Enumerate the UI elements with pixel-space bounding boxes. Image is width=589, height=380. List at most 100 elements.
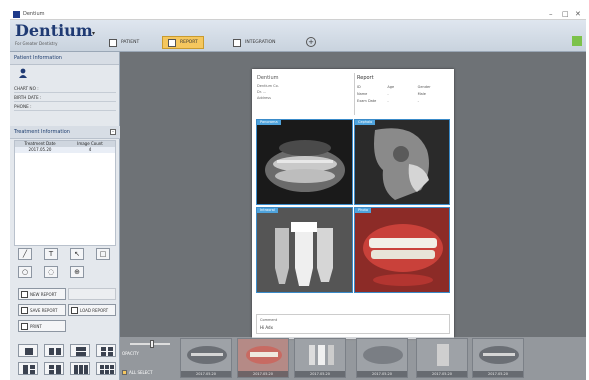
text-tool-icon[interactable]: T: [44, 248, 58, 260]
rectangle-icon[interactable]: □: [96, 248, 110, 260]
report-info-box: Report ID Age Gender Name - Male Exam Da…: [354, 73, 450, 115]
panorama-xray-graphic: [265, 140, 345, 192]
app-icon: [13, 11, 20, 18]
info-cell: -: [387, 98, 389, 103]
close-icon[interactable]: ✕: [575, 10, 581, 18]
report-footer: Comment Hi Adx: [256, 314, 450, 334]
new-report-button[interactable]: NEW REPORT: [18, 288, 66, 300]
load-report-button[interactable]: LOAD REPORT: [68, 304, 116, 316]
cephalo-label: Cephalo: [355, 120, 376, 125]
tab-report[interactable]: REPORT: [162, 36, 204, 49]
report-icon: [168, 38, 176, 47]
intraoral-thumb-graphic: [309, 345, 334, 365]
cephalo-image[interactable]: Cephalo: [354, 119, 450, 205]
image-count: 4: [88, 147, 92, 152]
chevron-down-icon[interactable]: ▾: [92, 30, 95, 37]
document-icon: [21, 290, 28, 298]
info-cell: Exam Date: [357, 98, 377, 103]
info-cell: Gender: [417, 84, 431, 89]
add-tab-icon[interactable]: +: [306, 37, 316, 47]
save-icon: [21, 306, 28, 314]
disabled-button: [68, 288, 116, 300]
select-all-checkbox[interactable]: ALL SELECT: [122, 370, 153, 375]
smile-photo-image[interactable]: Photo: [354, 207, 450, 293]
opacity-slider[interactable]: [130, 340, 170, 348]
zoom-out-icon[interactable]: ○: [18, 266, 32, 278]
pointer-icon[interactable]: ↖: [70, 248, 84, 260]
tab-patient[interactable]: PATIENT: [104, 36, 144, 49]
slider-handle[interactable]: [150, 340, 154, 348]
layout-3b-icon[interactable]: [44, 362, 64, 375]
phone-field: PHONE :: [14, 104, 116, 111]
collapse-icon[interactable]: –: [110, 129, 116, 135]
treatment-date: 2017.05.20: [28, 147, 52, 152]
treatment-section: Treatment Information –: [10, 126, 120, 139]
thumbnail[interactable]: 2017.05.20: [472, 338, 524, 378]
thumbnail[interactable]: 2017.05.20: [416, 338, 468, 378]
thumbnail[interactable]: 2017.05.20: [237, 338, 289, 378]
thumbnail-caption: 2017.05.20: [417, 371, 467, 377]
thumbnail-caption: 2017.05.20: [181, 371, 231, 377]
info-cell: Male: [417, 91, 426, 96]
report-line: Dr. ...: [257, 90, 267, 94]
save-report-button[interactable]: SAVE REPORT: [18, 304, 66, 316]
export-icon[interactable]: [572, 36, 582, 46]
photo-label: Photo: [355, 208, 371, 213]
chart-no-field: CHART NO :: [14, 86, 116, 93]
folder-icon: [71, 306, 78, 314]
minimize-icon[interactable]: –: [549, 10, 553, 18]
birth-date-field: BIRTH DATE :: [14, 95, 116, 102]
layout-2x1-icon[interactable]: [70, 344, 90, 357]
pen-icon[interactable]: ╱: [18, 248, 32, 260]
print-button[interactable]: PRINT: [18, 320, 66, 332]
report-line: Address: [257, 96, 271, 100]
info-cell: -: [417, 98, 419, 103]
maximize-icon[interactable]: □: [562, 10, 569, 18]
info-cell: -: [387, 91, 389, 96]
patient-section-title: Patient Information: [10, 52, 119, 65]
treatment-section-title: Treatment Information: [10, 126, 120, 139]
tab-integration-label: INTEGRATION: [245, 40, 276, 45]
thumbnail[interactable]: 2017.05.20: [356, 338, 408, 378]
patient-icon: [109, 38, 117, 47]
intraoral-xray-graphic: [257, 208, 352, 292]
checkbox-icon: [122, 370, 127, 375]
table-row[interactable]: 2017.05.20 4: [15, 147, 115, 153]
layout-1x2-icon[interactable]: [44, 344, 64, 357]
layout-4-icon[interactable]: [70, 362, 90, 375]
print-label: PRINT: [30, 323, 42, 329]
new-report-label: NEW REPORT: [30, 291, 57, 297]
app-header: Dentium For Greater Dentistry ▾ PATIENT …: [10, 20, 586, 52]
info-cell: ID: [357, 84, 361, 89]
report-info-row: Exam Date - -: [355, 97, 450, 104]
brand-name: Dentium: [15, 21, 93, 40]
comment-key: Comment: [260, 318, 278, 322]
panorama-image[interactable]: Panorama: [256, 119, 353, 205]
thumbnail[interactable]: 2017.05.20: [294, 338, 346, 378]
layout-3-icon[interactable]: [18, 362, 38, 375]
xray-thumb-graphic: [479, 346, 519, 364]
thumbnail-caption: 2017.05.20: [295, 371, 345, 377]
intraoral-image[interactable]: Intraoral: [256, 207, 353, 293]
report-info-row: Name - Male: [355, 90, 450, 97]
layout-2x2-icon[interactable]: [96, 344, 116, 357]
xray-thumb-graphic: [363, 346, 403, 364]
xray-thumb-graphic: [437, 344, 449, 366]
treatment-table: Treatment Date Image Count 2017.05.20 4: [14, 140, 116, 246]
xray-thumb-graphic: [187, 346, 227, 364]
report-workspace: Dentium Dentium Co. Dr. ... Address Repo…: [120, 52, 586, 380]
photo-thumb-graphic: [246, 346, 282, 364]
thumbnail-caption: 2017.05.20: [357, 371, 407, 377]
thumbnail[interactable]: 2017.05.20: [180, 338, 232, 378]
comment-value: Hi Adx: [260, 325, 273, 330]
report-info-title: Report: [357, 75, 374, 81]
tab-integration[interactable]: INTEGRATION: [228, 36, 280, 49]
rotate-icon[interactable]: ◌: [44, 266, 58, 278]
tab-report-label: REPORT: [180, 40, 198, 45]
report-logo: Dentium: [257, 75, 279, 81]
layout-1x1-icon[interactable]: [18, 344, 38, 357]
user-avatar-icon: [19, 68, 27, 78]
window-title: Dentium: [23, 11, 45, 17]
layout-6-icon[interactable]: [96, 362, 116, 375]
zoom-in-icon[interactable]: ⊕: [70, 266, 84, 278]
